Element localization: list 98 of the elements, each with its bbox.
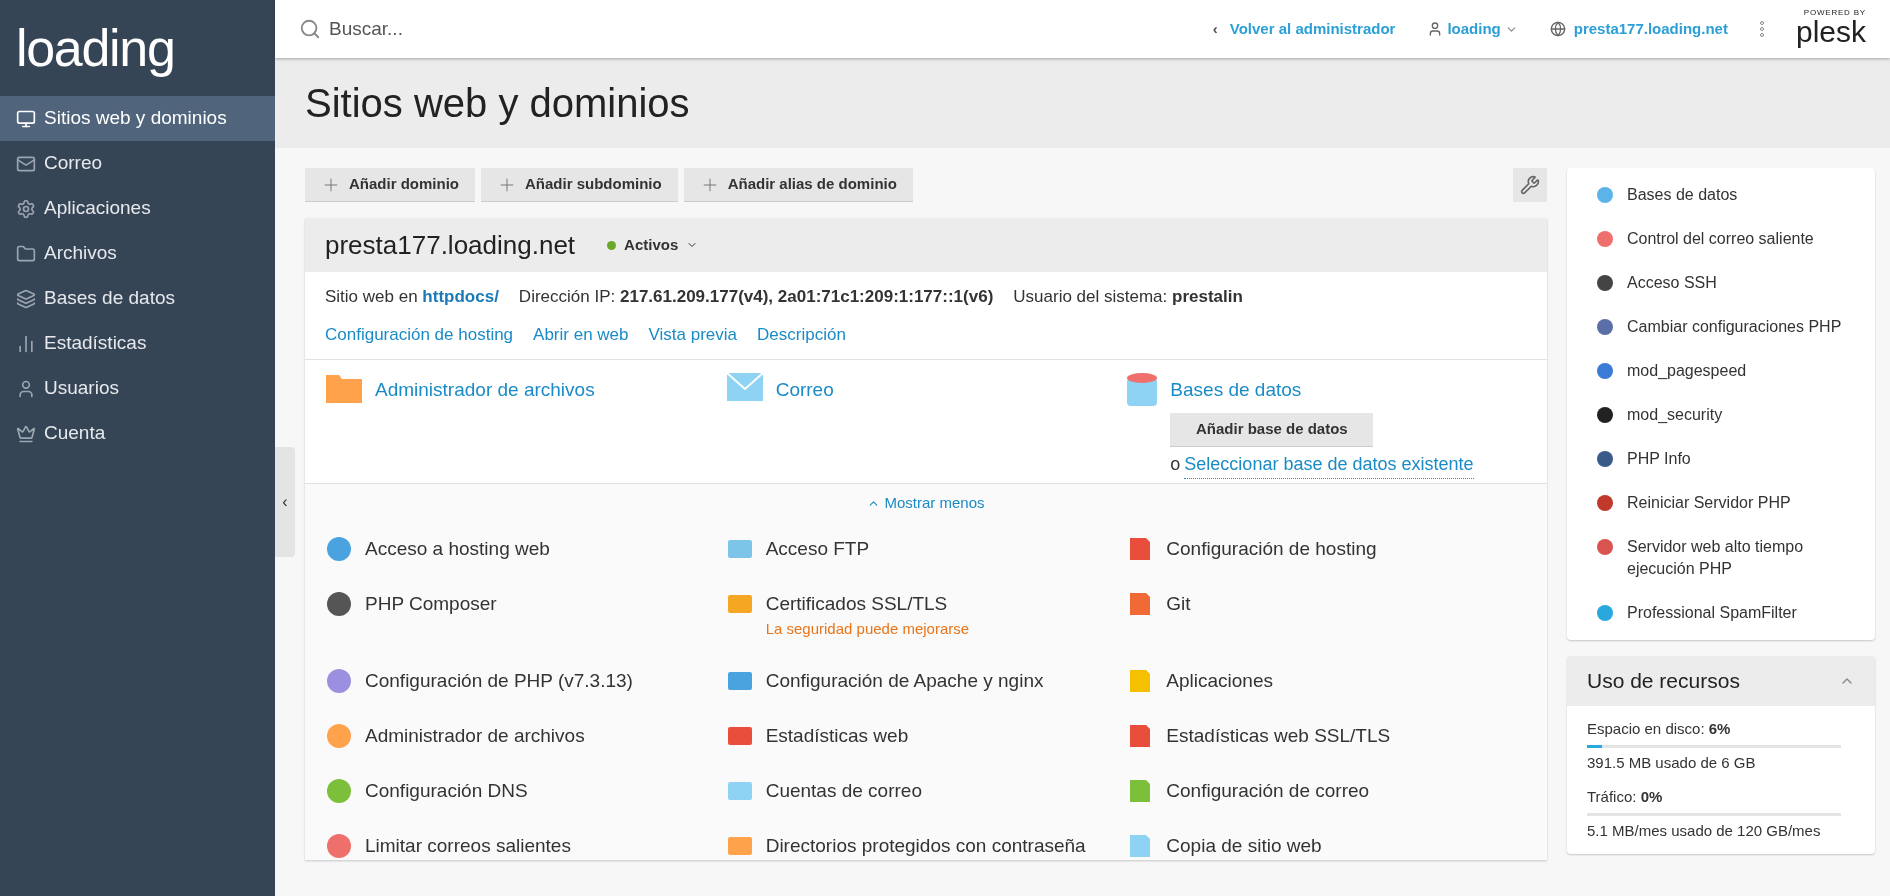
toggle-link[interactable]: Mostrar menos xyxy=(867,492,985,515)
tool-link[interactable]: Configuración de correo xyxy=(1166,777,1370,805)
info-text: Sitio web en httpdocs/ xyxy=(325,286,499,308)
info-text: Usuario del sistema: prestalin xyxy=(1013,286,1243,308)
sidebar-item[interactable]: Correo xyxy=(0,141,275,186)
tool-icon xyxy=(1595,273,1615,293)
tool-link[interactable]: Aplicaciones xyxy=(1166,667,1273,695)
tool-icon xyxy=(325,777,353,805)
tool-icon xyxy=(1595,603,1615,623)
usage-detail: 391.5 MB usado de 6 GB xyxy=(1587,752,1757,773)
select-database-link[interactable]: Seleccionar base de datos existente xyxy=(1184,450,1474,479)
sidebar-item[interactable]: Archivos xyxy=(0,231,275,276)
tool-link[interactable]: Git xyxy=(1166,589,1191,618)
tool-icon xyxy=(1595,405,1615,425)
tool-icon xyxy=(1595,361,1615,381)
domain-link[interactable]: Descripción xyxy=(757,321,846,347)
nav-icon xyxy=(16,333,36,354)
sidebar-item[interactable]: Estadísticas xyxy=(0,321,275,366)
panel-link[interactable]: Servidor web alto tiempo ejecución PHP xyxy=(1627,536,1847,580)
tool-link[interactable]: Configuración DNS xyxy=(365,777,528,805)
envelope-icon xyxy=(725,372,764,402)
settings-button[interactable] xyxy=(1513,168,1547,202)
tool-link[interactable]: Configuración de hosting xyxy=(1166,534,1377,563)
tool-icon xyxy=(1595,185,1615,205)
info-text: Dirección IP: 217.61.209.177(v4), 2a01:71c1:209:1:177::1(v6) xyxy=(518,286,994,308)
nav-icon xyxy=(16,423,36,444)
tool-link[interactable]: Limitar correos salientes xyxy=(365,832,571,860)
sidebar-item[interactable]: Bases de datos xyxy=(0,276,275,321)
nav-icon xyxy=(16,108,36,129)
tool-link[interactable]: Administrador de archivos xyxy=(365,722,585,750)
action-button[interactable]: Añadir subdominio xyxy=(481,168,678,202)
tool-link[interactable]: PHP Composer xyxy=(365,589,497,618)
tool-icon xyxy=(1595,317,1615,337)
folder-icon xyxy=(325,372,363,404)
tool-icon xyxy=(325,534,353,563)
sidebar-item[interactable]: Cuenta xyxy=(0,411,275,456)
sidebar-item[interactable]: Aplicaciones xyxy=(0,186,275,231)
sidebar-item[interactable]: Usuarios xyxy=(0,366,275,411)
nav-icon xyxy=(16,378,36,399)
panel-title: Uso de recursos xyxy=(1587,668,1740,695)
tool-link[interactable]: Copia de sitio web xyxy=(1166,832,1322,860)
nav-icon xyxy=(16,288,36,309)
tool-icon xyxy=(1595,449,1615,469)
tool-icon xyxy=(325,722,353,750)
or-text: o xyxy=(1170,452,1181,476)
action-button[interactable]: Añadir dominio xyxy=(305,168,475,202)
domain-link[interactable]: Abrir en web xyxy=(533,321,629,347)
warning-text: La seguridad puede mejorarse xyxy=(765,618,970,639)
status-dropdown[interactable]: Activos xyxy=(607,233,699,257)
panel-link[interactable]: Reiniciar Servidor PHP xyxy=(1627,492,1791,514)
tool-link[interactable]: Certificados SSL/TLS xyxy=(765,589,970,618)
back-link[interactable]: ‹ Volver al administrador xyxy=(1212,17,1396,41)
tool-link[interactable]: Cuentas de correo xyxy=(765,777,922,805)
tool-icon xyxy=(325,589,353,618)
nav-icon xyxy=(16,243,36,264)
quick-link[interactable]: Bases de datos xyxy=(1170,376,1474,405)
tool-icon xyxy=(1595,537,1615,557)
nav-icon xyxy=(16,198,36,219)
tool-icon xyxy=(1595,493,1615,513)
panel-link[interactable]: PHP Info xyxy=(1627,448,1691,470)
panel-link[interactable]: mod_security xyxy=(1627,404,1723,426)
tool-link[interactable]: Acceso FTP xyxy=(765,534,870,563)
tool-link[interactable]: Estadísticas web SSL/TLS xyxy=(1166,722,1391,750)
panel-link[interactable]: Professional SpamFilter xyxy=(1627,602,1797,624)
quick-link[interactable]: Correo xyxy=(775,376,834,405)
search-icon xyxy=(299,18,321,40)
search-input[interactable]: Buscar... xyxy=(329,14,729,44)
usage-label: Espacio en disco: 6% xyxy=(1587,719,1732,739)
docroot-link[interactable]: httpdocs/ xyxy=(422,287,499,306)
search-field[interactable]: Buscar... xyxy=(299,14,1213,44)
globe-icon xyxy=(1549,21,1566,37)
domain-link[interactable]: Vista previa xyxy=(648,321,738,347)
panel-link[interactable]: Acceso SSH xyxy=(1627,272,1717,294)
panel-link[interactable]: Cambiar configuraciones PHP xyxy=(1627,316,1842,338)
wrench-icon xyxy=(1520,175,1540,195)
page-title: Sitios web y dominios xyxy=(305,80,690,127)
plesk-logo[interactable]: POWERED BY plesk xyxy=(1795,9,1866,49)
tool-icon xyxy=(325,667,353,695)
domain-link[interactable]: Configuración de hosting xyxy=(325,321,514,347)
sidebar-item[interactable]: Sitios web y dominios xyxy=(0,96,275,141)
panel-link[interactable]: mod_pagespeed xyxy=(1627,360,1747,382)
usage-detail: 5.1 MB/mes usado de 120 GB/mes xyxy=(1587,820,1822,841)
add-database-button[interactable]: Añadir base de datos xyxy=(1170,412,1374,447)
collapse-button[interactable]: ‹ xyxy=(275,447,295,557)
tool-icon xyxy=(1595,229,1615,249)
domain-name: presta177.loading.net xyxy=(325,228,576,262)
tool-icon xyxy=(325,832,353,860)
tool-link[interactable]: Estadísticas web xyxy=(765,722,909,750)
quick-link[interactable]: Administrador de archivos xyxy=(375,376,595,405)
panel-link[interactable]: Control del correo saliente xyxy=(1627,228,1814,250)
panel-link[interactable]: Bases de datos xyxy=(1627,184,1738,206)
tool-link[interactable]: Directorios protegidos con contraseña xyxy=(765,832,1086,860)
usage-label: Tráfico: 0% xyxy=(1587,787,1664,807)
tool-link[interactable]: Configuración de Apache y nginx xyxy=(765,667,1044,695)
more-icon[interactable] xyxy=(1759,21,1764,37)
tool-link[interactable]: Acceso a hosting web xyxy=(365,534,550,563)
action-button[interactable]: Añadir alias de dominio xyxy=(683,168,913,202)
tool-link[interactable]: Configuración de PHP (v7.3.13) xyxy=(365,667,633,695)
